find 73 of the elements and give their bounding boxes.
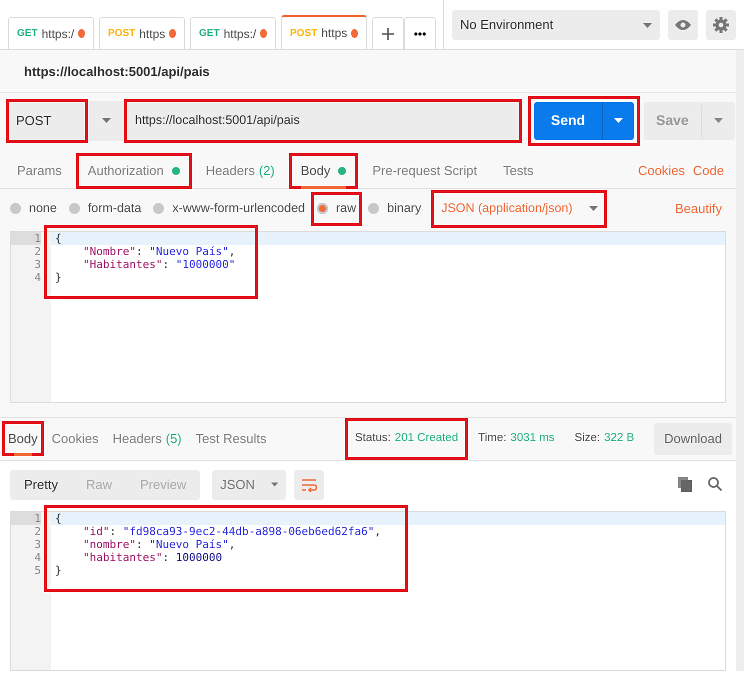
caret-icon [270,482,278,487]
url-field[interactable]: https://localhost:5001/api/pais [126,100,520,140]
radio-button[interactable] [153,203,164,214]
body-type-radio[interactable]: raw [313,194,360,224]
caret-icon [614,118,623,123]
wrap-lines-icon [301,478,318,492]
new-tab-button[interactable] [372,17,404,49]
radio-button[interactable] [10,203,21,214]
response-tab[interactable]: Body [4,422,42,454]
body-type-radio[interactable]: x-www-form-urlencoded [149,194,309,224]
copy-icon[interactable] [678,477,692,492]
request-section-tab[interactable]: Params [7,155,72,187]
code-line: } [54,564,63,576]
method-dropdown[interactable]: POST [8,100,86,140]
line-number: 3 [33,538,41,550]
environment-quick-look-button[interactable] [668,10,698,40]
response-tab[interactable]: Test Results [192,422,270,454]
unsaved-dot [260,29,267,38]
settings-icon [713,16,729,32]
radio-button[interactable] [368,203,380,214]
request-tab[interactable]: POST https [99,17,185,49]
unsaved-dot [78,29,85,38]
request-section-tab[interactable]: Authorization [78,155,190,187]
request-title: https://localhost:5001/api/pais [0,50,736,92]
plus-icon [382,28,394,40]
line-number: 4 [33,270,41,284]
line-number: 1 [11,232,41,244]
more-tabs-button[interactable]: ••• [404,17,436,49]
eye-icon [675,20,691,30]
environment-dropdown[interactable]: No Environment [452,10,660,40]
send-options-button[interactable] [602,102,634,140]
code-line: "id": "fd98ca93-9ec2-44db-a898-06eb6ed62fa6", [82,524,382,538]
request-section-tab[interactable]: Headers (2) [196,155,285,187]
line-number: 3 [33,258,41,270]
request-tab[interactable]: GET https:/ [8,17,94,49]
response-tab[interactable]: Cookies [48,422,103,454]
response-stat: Size: 322 B [574,430,636,446]
line-number: 2 [33,244,41,258]
line-number: 4 [33,550,41,564]
body-type-radio[interactable]: none [6,194,61,224]
code-line: "nombre": "Nuevo País", [82,538,236,550]
response-tab[interactable]: Headers (5) [108,422,186,454]
wrap-lines-button[interactable] [294,470,324,500]
line-number: 2 [33,524,41,538]
response-format-dropdown[interactable]: JSON [212,470,286,500]
line-number: 1 [11,512,41,524]
code-line: "Nombre": "Nuevo País", [82,244,236,258]
caret-icon [102,118,110,123]
unsaved-dot [351,28,358,38]
unsaved-dot [169,29,176,38]
request-tab[interactable]: POST https [281,15,367,49]
caret-icon [588,206,598,212]
body-type-radio[interactable]: form-data [64,194,146,224]
code-line: } [54,270,63,284]
caret-icon [643,22,652,28]
response-stat: Status: 201 Created [346,420,466,458]
response-stat: Time: 3031 ms [477,430,556,446]
code-line: "Habitantes": "1000000" [82,258,236,270]
request-section-tab[interactable]: Tests [493,155,544,187]
request-section-tab[interactable]: Pre-request Script [362,155,488,187]
request-tab[interactable]: GET https:/ [190,17,276,49]
line-number: 5 [33,564,41,576]
code-line: "habitantes": 1000000 [82,550,224,564]
download-button[interactable]: Download [654,422,732,454]
send-button[interactable]: Send [534,102,602,140]
body-type-radio[interactable]: binary [364,194,426,224]
radio-button[interactable] [317,203,328,214]
settings-button[interactable] [706,10,736,40]
search-icon[interactable] [708,477,722,491]
request-section-tab[interactable]: Body [290,155,356,187]
view-mode-button[interactable]: Pretty [10,470,72,500]
radio-button[interactable] [68,203,80,214]
caret-icon [714,118,723,123]
